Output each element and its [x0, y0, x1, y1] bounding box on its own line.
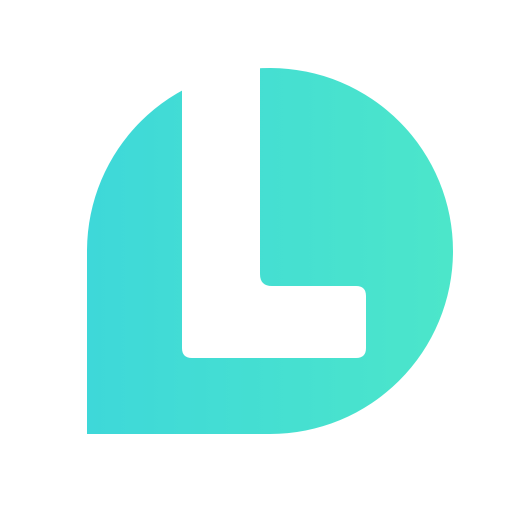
- l-chat-bubble-logo-icon: [87, 62, 453, 434]
- speech-bubble-shape: [87, 67, 453, 434]
- app-icon-canvas: [0, 0, 512, 512]
